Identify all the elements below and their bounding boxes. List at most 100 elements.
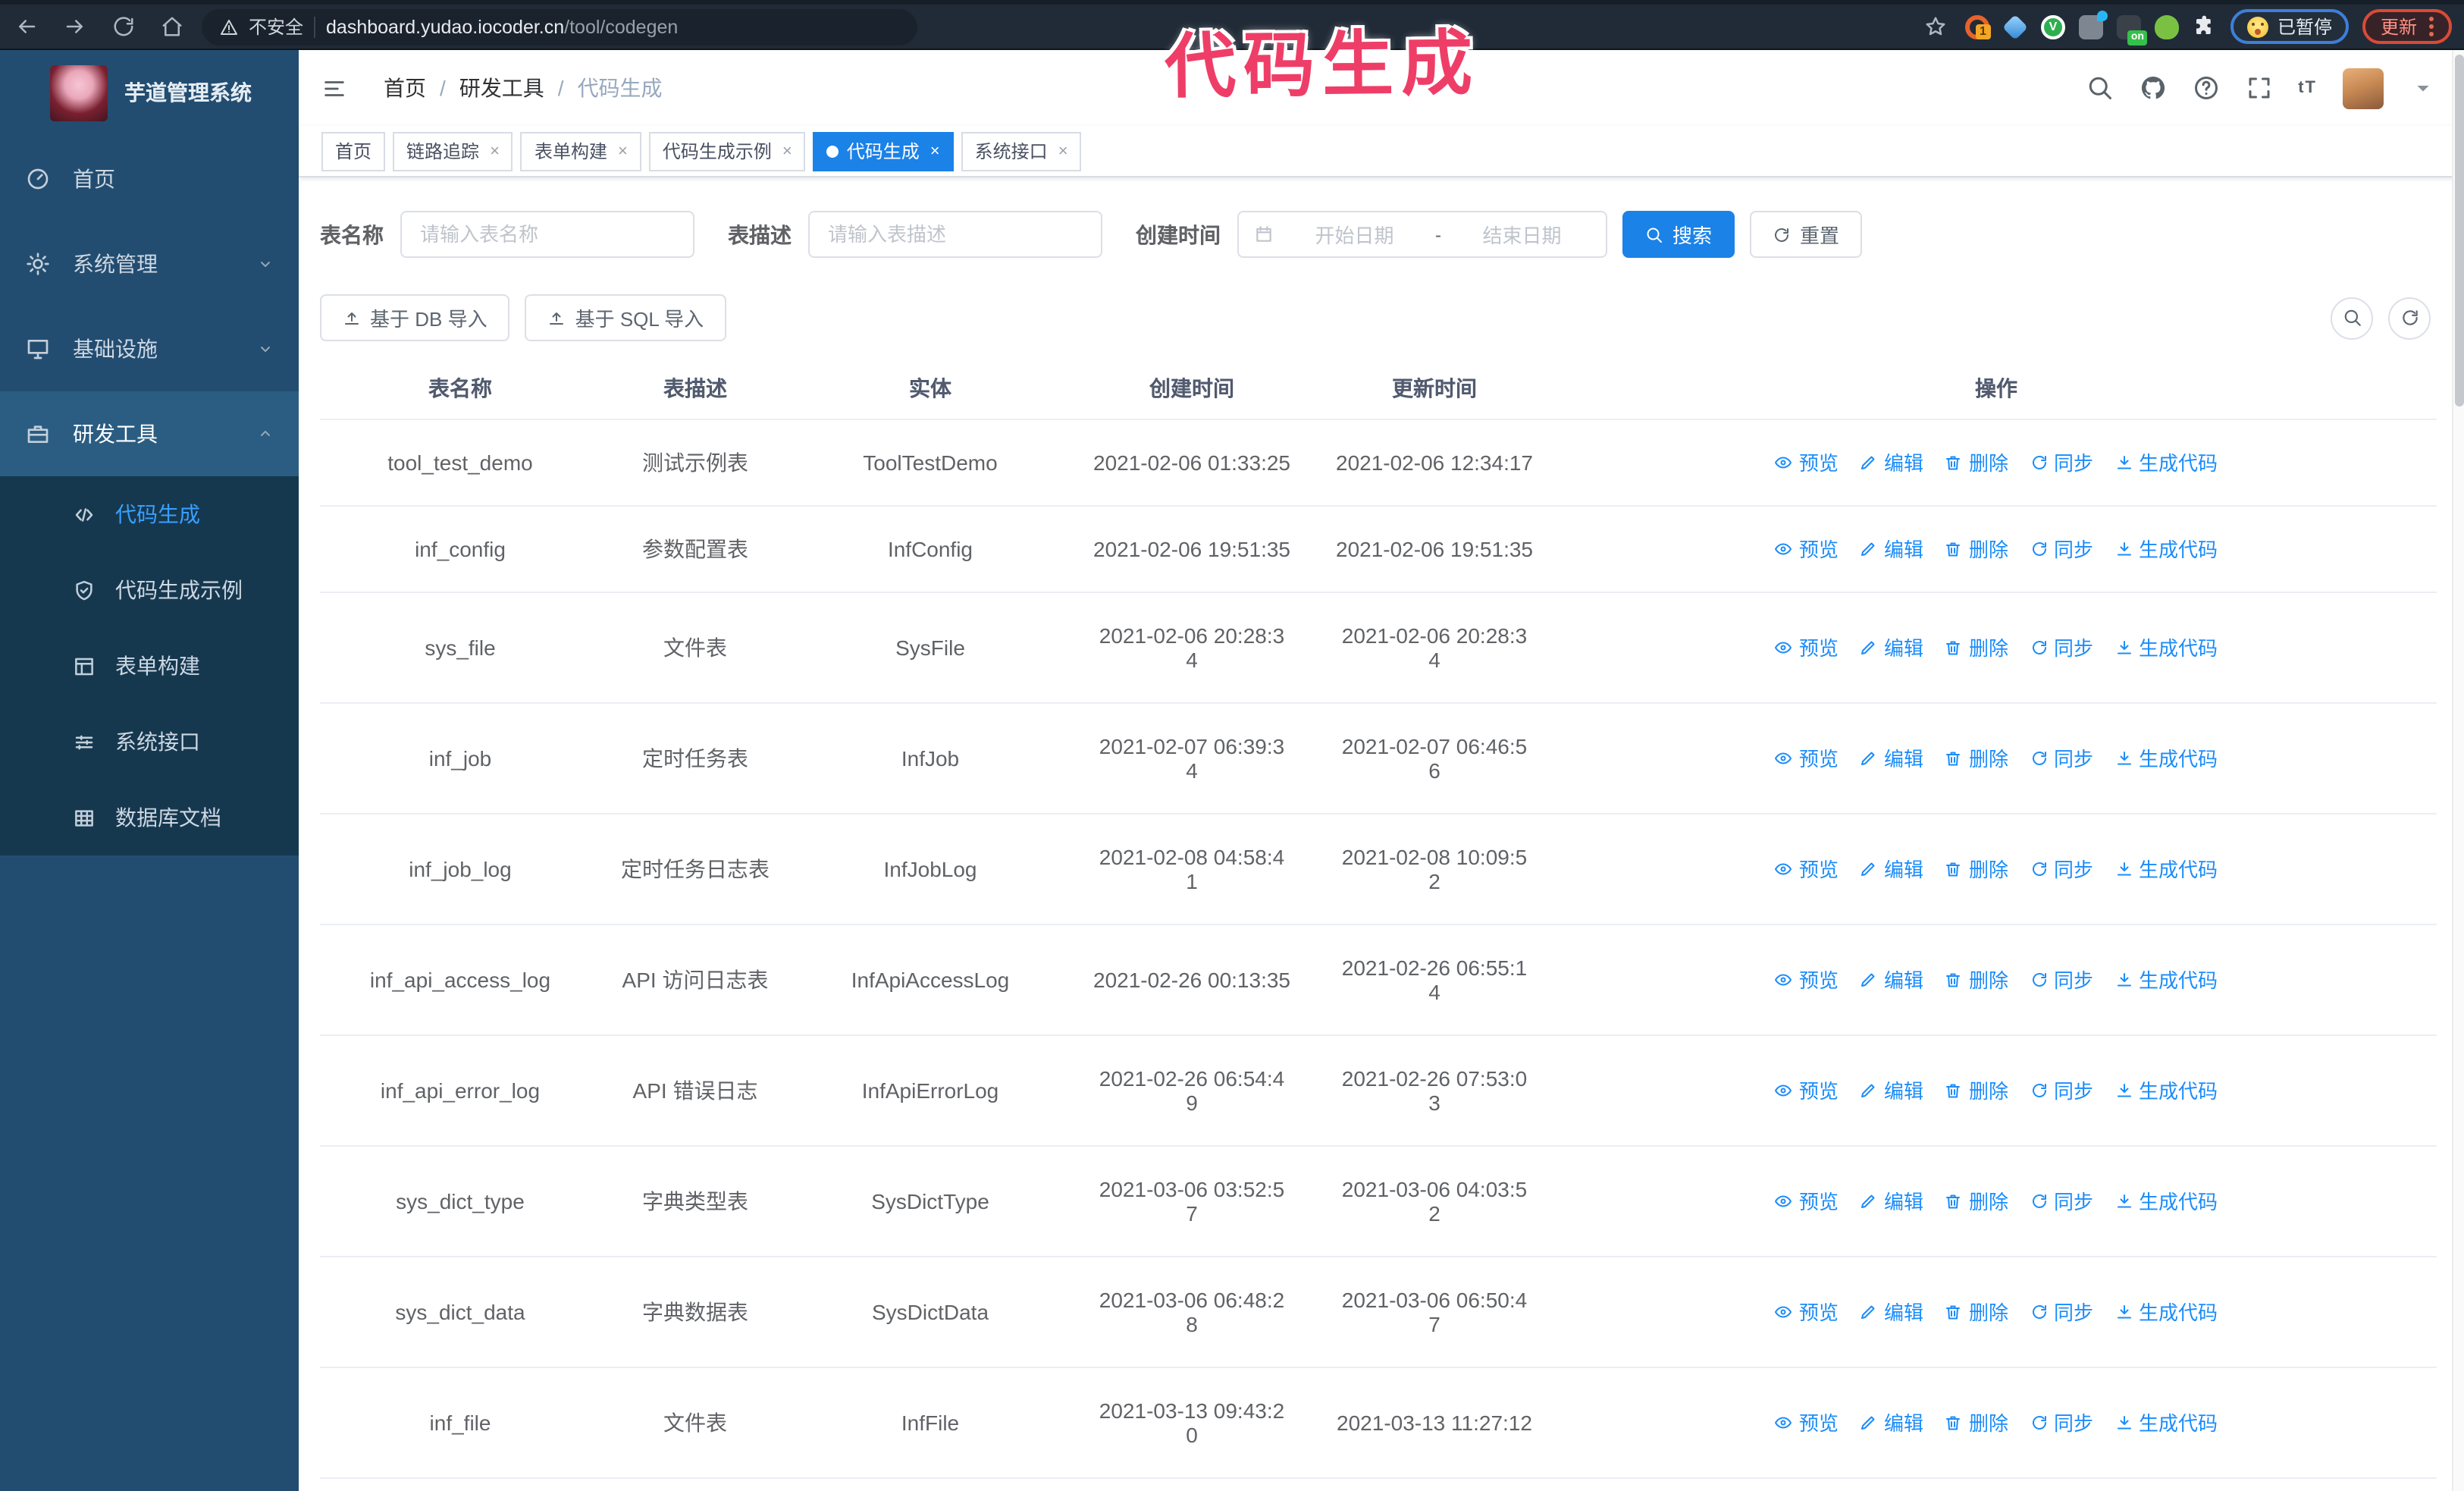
action-sync[interactable]: 同步 (2030, 451, 2093, 474)
action-preview[interactable]: 预览 (1775, 858, 1839, 880)
action-preview[interactable]: 预览 (1775, 1190, 1839, 1213)
action-delete[interactable]: 删除 (1945, 1411, 2008, 1434)
extension-icon-stats[interactable] (2078, 10, 2108, 39)
sidebar-item-devtools[interactable]: 研发工具 (0, 391, 299, 476)
action-sync[interactable]: 同步 (2030, 747, 2093, 770)
action-preview[interactable]: 预览 (1775, 538, 1839, 560)
action-delete[interactable]: 删除 (1945, 1190, 2008, 1213)
extension-icon-bug[interactable] (2154, 14, 2179, 39)
tab-home[interactable]: 首页 (321, 131, 386, 171)
action-edit[interactable]: 编辑 (1860, 538, 1923, 560)
sidebar-subitem-form-build[interactable]: 表单构建 (0, 628, 299, 704)
font-size-icon[interactable]: tT (2298, 79, 2317, 97)
action-preview[interactable]: 预览 (1775, 636, 1839, 659)
action-edit[interactable]: 编辑 (1860, 747, 1923, 770)
action-delete[interactable]: 删除 (1945, 1079, 2008, 1102)
reset-button[interactable]: 重置 (1750, 211, 1863, 258)
sidebar-subitem-system-api[interactable]: 系统接口 (0, 704, 299, 780)
action-generate[interactable]: 生成代码 (2114, 1190, 2218, 1213)
sidebar-item-system[interactable]: 系统管理 (0, 221, 299, 306)
action-edit[interactable]: 编辑 (1860, 1079, 1923, 1102)
action-edit[interactable]: 编辑 (1860, 451, 1923, 474)
action-sync[interactable]: 同步 (2030, 968, 2093, 991)
close-icon[interactable]: × (618, 142, 628, 160)
action-generate[interactable]: 生成代码 (2114, 1301, 2218, 1323)
sidebar-item-home[interactable]: 首页 (0, 137, 299, 221)
forward-icon[interactable] (64, 15, 86, 38)
action-preview[interactable]: 预览 (1775, 451, 1839, 474)
tab-form-build[interactable]: 表单构建 × (520, 131, 641, 171)
logo-row[interactable]: 芋道管理系统 (50, 64, 299, 121)
kebab-menu-icon[interactable] (2429, 24, 2434, 29)
action-delete[interactable]: 删除 (1945, 1301, 2008, 1323)
action-delete[interactable]: 删除 (1945, 968, 2008, 991)
action-preview[interactable]: 预览 (1775, 968, 1839, 991)
tab-system-api[interactable]: 系统接口 × (961, 131, 1082, 171)
action-preview[interactable]: 预览 (1775, 1301, 1839, 1323)
action-delete[interactable]: 删除 (1945, 636, 2008, 659)
import-sql-button[interactable]: 基于 SQL 导入 (525, 294, 727, 341)
action-edit[interactable]: 编辑 (1860, 1411, 1923, 1434)
action-sync[interactable]: 同步 (2030, 1190, 2093, 1213)
sidebar-subitem-codegen[interactable]: 代码生成 (0, 476, 299, 552)
action-delete[interactable]: 删除 (1945, 451, 2008, 474)
table-desc-input[interactable] (808, 211, 1102, 258)
action-delete[interactable]: 删除 (1945, 858, 2008, 880)
date-range-picker[interactable]: 开始日期 - 结束日期 (1237, 211, 1607, 258)
tab-codegen-example[interactable]: 代码生成示例 × (648, 131, 806, 171)
tab-codegen[interactable]: 代码生成 × (813, 131, 954, 171)
refresh-table-button[interactable] (2388, 297, 2431, 339)
action-generate[interactable]: 生成代码 (2114, 968, 2218, 991)
puzzle-icon[interactable] (2193, 15, 2215, 38)
search-button[interactable]: 搜索 (1622, 211, 1735, 258)
avatar[interactable] (2343, 67, 2384, 108)
action-delete[interactable]: 删除 (1945, 747, 2008, 770)
action-edit[interactable]: 编辑 (1860, 1301, 1923, 1323)
back-icon[interactable] (15, 15, 38, 38)
breadcrumb-home[interactable]: 首页 (384, 73, 426, 103)
tab-trace[interactable]: 链路追踪 × (393, 131, 513, 171)
action-generate[interactable]: 生成代码 (2114, 451, 2218, 474)
close-icon[interactable]: × (782, 142, 792, 160)
action-generate[interactable]: 生成代码 (2114, 858, 2218, 880)
extension-icon-orange[interactable]: 1 (1964, 14, 1991, 39)
fullscreen-icon[interactable] (2245, 74, 2272, 102)
address-bar[interactable]: 不安全 dashboard.yudao.iocoder.cn/tool/code… (202, 8, 917, 45)
scrollbar-thumb[interactable] (2455, 55, 2464, 406)
close-icon[interactable]: × (490, 142, 500, 160)
table-name-input[interactable] (400, 211, 694, 258)
hamburger-icon[interactable] (299, 75, 359, 101)
sidebar-subitem-codegen-example[interactable]: 代码生成示例 (0, 552, 299, 628)
home-icon[interactable] (161, 15, 183, 38)
action-preview[interactable]: 预览 (1775, 1411, 1839, 1434)
extension-icon-green-check[interactable]: V (2040, 14, 2065, 39)
action-generate[interactable]: 生成代码 (2114, 747, 2218, 770)
action-edit[interactable]: 编辑 (1860, 968, 1923, 991)
reload-icon[interactable] (112, 15, 135, 38)
extension-icon-gem[interactable] (2002, 14, 2028, 39)
extension-icon-switch[interactable]: on (2116, 14, 2147, 45)
sidebar-subitem-db-doc[interactable]: 数据库文档 (0, 780, 299, 855)
action-preview[interactable]: 预览 (1775, 747, 1839, 770)
action-sync[interactable]: 同步 (2030, 538, 2093, 560)
action-sync[interactable]: 同步 (2030, 1079, 2093, 1102)
action-edit[interactable]: 编辑 (1860, 636, 1923, 659)
close-icon[interactable]: × (1058, 142, 1068, 160)
action-sync[interactable]: 同步 (2030, 858, 2093, 880)
action-generate[interactable]: 生成代码 (2114, 1079, 2218, 1102)
action-generate[interactable]: 生成代码 (2114, 538, 2218, 560)
paused-badge[interactable]: 已暂停 (2230, 9, 2349, 44)
bookmark-star-icon[interactable] (1924, 15, 1947, 38)
action-delete[interactable]: 删除 (1945, 538, 2008, 560)
action-sync[interactable]: 同步 (2030, 636, 2093, 659)
search-icon[interactable] (2086, 74, 2113, 102)
action-edit[interactable]: 编辑 (1860, 858, 1923, 880)
import-db-button[interactable]: 基于 DB 导入 (320, 294, 510, 341)
github-icon[interactable] (2139, 74, 2166, 102)
action-preview[interactable]: 预览 (1775, 1079, 1839, 1102)
action-edit[interactable]: 编辑 (1860, 1190, 1923, 1213)
caret-down-icon[interactable] (2409, 74, 2437, 102)
close-icon[interactable]: × (930, 142, 940, 160)
toggle-search-button[interactable] (2331, 297, 2373, 339)
help-icon[interactable] (2192, 74, 2219, 102)
